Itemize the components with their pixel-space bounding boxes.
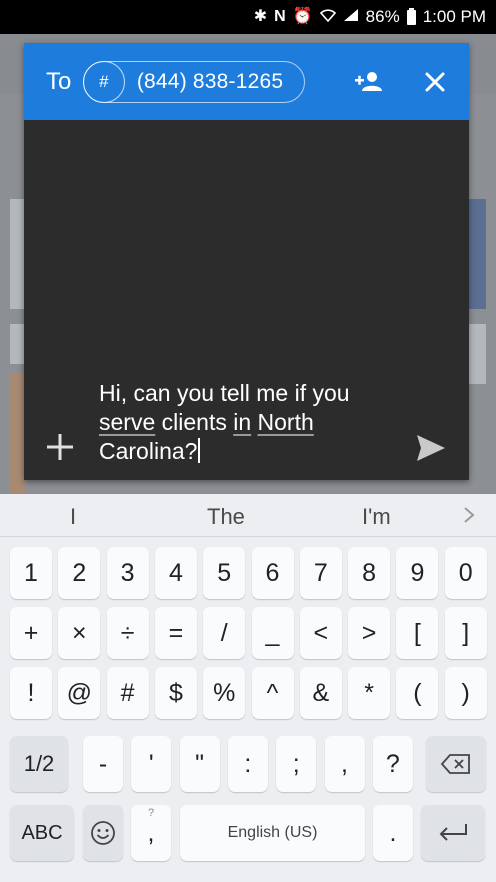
key-row4-3[interactable]: ": [179, 736, 220, 792]
backspace-icon: [440, 754, 470, 774]
recipient-chip[interactable]: # (844) 838-1265: [82, 60, 306, 103]
key-row2-1[interactable]: ×: [58, 607, 101, 659]
key-row2-9[interactable]: ]: [444, 607, 487, 659]
suggestion-1[interactable]: I: [70, 504, 76, 530]
message-line-3: Carolina?: [99, 438, 198, 464]
clock: 1:00 PM: [422, 7, 486, 26]
keyboard: I The I'm 1 2 3 4 5 6 7 8 9 0 + × ÷ = / _ < >[]! @ # $% ^ & *()…: [0, 494, 496, 882]
key-row1-0[interactable]: 1: [10, 547, 52, 599]
comma-key-sub: ?: [147, 807, 155, 819]
compose-dialog: To # (844) 838-1265 Hi, can you tell me …: [24, 43, 469, 480]
key-row3-5[interactable]: ^: [251, 667, 294, 719]
space-key[interactable]: English (US): [180, 805, 365, 861]
message-input[interactable]: Hi, can you tell me if you serve clients…: [99, 379, 359, 466]
message-line-1: Hi, can you tell me if you: [99, 380, 350, 406]
bluetooth-icon: ✱: [253, 8, 268, 25]
message-fragment: clients: [155, 409, 234, 435]
suggestion-2[interactable]: The: [207, 504, 245, 530]
close-icon: [425, 72, 445, 92]
key-row3-1[interactable]: @: [58, 667, 101, 719]
wifi-icon: [319, 8, 336, 26]
key-row3-9[interactable]: ): [444, 667, 487, 719]
key-row3-3[interactable]: $: [154, 667, 197, 719]
enter-icon: [439, 824, 467, 841]
add-contact-button[interactable]: [354, 67, 384, 97]
emoji-icon: [91, 821, 115, 845]
to-label: To: [46, 67, 72, 95]
recipient-hash-icon: #: [82, 60, 125, 103]
plus-icon: [47, 434, 73, 460]
battery-icon: [406, 7, 416, 25]
alarm-icon: ⏰: [292, 8, 313, 25]
key-row1-8[interactable]: 9: [396, 547, 439, 599]
key-row4-1[interactable]: -: [83, 736, 123, 792]
compose-area: Hi, can you tell me if you serve clients…: [24, 373, 469, 480]
message-word-in: in: [233, 409, 252, 435]
key-row3-6[interactable]: &: [299, 667, 342, 719]
key-row4-4[interactable]: :: [227, 736, 268, 792]
key-row2-6[interactable]: <: [299, 607, 342, 659]
chevron-right-icon[interactable]: [462, 506, 476, 524]
attach-button[interactable]: [44, 431, 76, 463]
emoji-key[interactable]: [83, 805, 123, 861]
key-row2-2[interactable]: ÷: [106, 607, 149, 659]
key-row3-2[interactable]: #: [106, 667, 149, 719]
key-row1-5[interactable]: 6: [251, 547, 294, 599]
key-row3-0[interactable]: !: [10, 667, 52, 719]
key-row2-3[interactable]: =: [154, 607, 197, 659]
close-button[interactable]: [420, 67, 450, 97]
signal-icon: [343, 8, 359, 26]
key-row2-8[interactable]: [: [396, 607, 439, 659]
key-row2-7[interactable]: >: [348, 607, 391, 659]
key-row1-7[interactable]: 8: [348, 547, 391, 599]
add-person-icon: [355, 72, 382, 91]
send-button[interactable]: [414, 431, 448, 465]
key-row2-0[interactable]: +: [10, 607, 52, 659]
enter-key[interactable]: [421, 805, 485, 861]
nfc-icon: N: [274, 8, 286, 25]
message-word-north: North: [257, 409, 314, 435]
abc-key[interactable]: ABC: [10, 805, 74, 861]
status-bar: ✱ N ⏰ 86% 1:00 PM: [0, 0, 496, 34]
recipient-number: (844) 838-1265: [136, 69, 284, 93]
key-row1-3[interactable]: 4: [154, 547, 197, 599]
dialog-header: To # (844) 838-1265: [24, 43, 469, 120]
key-row1-4[interactable]: 5: [203, 547, 246, 599]
key-row1-6[interactable]: 7: [299, 547, 342, 599]
comma-key-label: ,: [147, 818, 155, 847]
key-row4-6[interactable]: ,: [324, 736, 365, 792]
key-row1-9[interactable]: 0: [444, 547, 487, 599]
key-row2-5[interactable]: _: [251, 607, 294, 659]
backspace-key[interactable]: [426, 736, 486, 792]
message-word-serve: serve: [99, 409, 156, 435]
key-row3-4[interactable]: %: [203, 667, 246, 719]
comma-key[interactable]: ? ,: [131, 805, 171, 861]
key-row4-5[interactable]: ;: [276, 736, 317, 792]
suggestion-bar: I The I'm: [0, 494, 496, 537]
period-key[interactable]: .: [373, 805, 413, 861]
key-row1-2[interactable]: 3: [106, 547, 149, 599]
key-row4-2[interactable]: ': [131, 736, 172, 792]
key-row3-7[interactable]: *: [348, 667, 391, 719]
battery-percent: 86%: [365, 7, 400, 26]
send-icon: [417, 435, 445, 461]
key-row3-8[interactable]: (: [396, 667, 439, 719]
key-row4-7[interactable]: ?: [372, 736, 413, 792]
symbols-page-key[interactable]: 1/2: [10, 736, 68, 792]
text-cursor: [198, 438, 201, 463]
key-row1-1[interactable]: 2: [58, 547, 101, 599]
key-row2-4[interactable]: /: [203, 607, 246, 659]
suggestion-3[interactable]: I'm: [362, 504, 391, 530]
